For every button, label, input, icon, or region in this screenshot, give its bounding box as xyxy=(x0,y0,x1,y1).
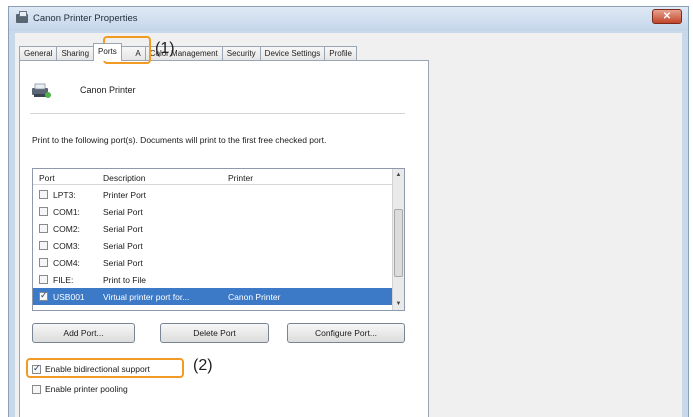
port-list-header: Port Description Printer xyxy=(33,169,392,185)
port-checkbox[interactable] xyxy=(39,241,48,250)
port-checkbox[interactable] xyxy=(39,290,48,301)
column-header-description[interactable]: Description xyxy=(103,173,146,183)
port-row[interactable]: COM2: Serial Port xyxy=(33,220,392,237)
port-name: COM4: xyxy=(53,258,80,268)
port-name: USB001 xyxy=(53,292,85,302)
port-row[interactable]: COM1: Serial Port xyxy=(33,203,392,220)
port-checkbox[interactable] xyxy=(39,258,48,267)
separator xyxy=(30,113,405,114)
tab-security[interactable]: Security xyxy=(221,46,261,61)
printer-device-icon xyxy=(32,83,51,98)
port-description: Serial Port xyxy=(103,224,143,234)
printer-name: Canon Printer xyxy=(80,85,136,95)
scrollbar-thumb[interactable] xyxy=(394,209,403,277)
port-checkbox[interactable] xyxy=(39,224,48,233)
configure-port-button[interactable]: Configure Port... xyxy=(287,323,405,343)
port-description: Printer Port xyxy=(103,190,146,200)
port-row[interactable]: USB001 Virtual printer port for... Canon P… xyxy=(33,288,392,305)
port-name: COM3: xyxy=(53,241,80,251)
port-list-scrollbar[interactable]: ▲ ▼ xyxy=(392,169,404,310)
port-name: COM1: xyxy=(53,207,80,217)
close-button[interactable]: ✕ xyxy=(652,9,682,24)
port-row[interactable]: COM3: Serial Port xyxy=(33,237,392,254)
port-description: Serial Port xyxy=(103,241,143,251)
highlight-bidirectional xyxy=(26,358,184,378)
tab-strip: General Sharing Ports A Color Management… xyxy=(19,43,357,61)
port-instruction-text: Print to the following port(s). Document… xyxy=(32,135,327,145)
scroll-up-arrow-icon[interactable]: ▲ xyxy=(393,169,404,181)
window-title: Canon Printer Properties xyxy=(33,13,138,24)
scroll-down-arrow-icon[interactable]: ▼ xyxy=(393,298,404,310)
delete-port-button[interactable]: Delete Port xyxy=(160,323,269,343)
tab-sharing[interactable]: Sharing xyxy=(56,46,95,61)
port-checkbox[interactable] xyxy=(39,190,48,199)
port-name: FILE: xyxy=(53,275,74,285)
pooling-label[interactable]: Enable printer pooling xyxy=(45,384,128,394)
port-checkbox[interactable] xyxy=(39,275,48,284)
tab-profile[interactable]: Profile xyxy=(324,46,357,61)
callout-2: (2) xyxy=(193,357,213,374)
pooling-checkbox[interactable] xyxy=(32,385,41,394)
port-name: LPT3: xyxy=(53,190,76,200)
tab-device-settings[interactable]: Device Settings xyxy=(259,46,326,61)
port-description: Serial Port xyxy=(103,207,143,217)
callout-1: (1) xyxy=(155,40,175,57)
printer-icon xyxy=(16,11,28,23)
port-list[interactable]: Port Description Printer LPT3: Printer Po… xyxy=(32,168,405,311)
port-description: Virtual printer port for... xyxy=(103,292,190,302)
port-row[interactable]: COM4: Serial Port xyxy=(33,254,392,271)
port-row[interactable]: LPT3: Printer Port xyxy=(33,186,392,203)
add-port-button[interactable]: Add Port... xyxy=(32,323,135,343)
tab-general[interactable]: General xyxy=(19,46,58,61)
port-row[interactable]: FILE: Print to File xyxy=(33,271,392,288)
port-description: Serial Port xyxy=(103,258,143,268)
title-bar[interactable]: Canon Printer Properties ✕ xyxy=(9,7,688,31)
port-description: Print to File xyxy=(103,275,146,285)
port-checkbox[interactable] xyxy=(39,207,48,216)
port-printer: Canon Printer xyxy=(228,292,281,302)
tab-ports[interactable]: Ports xyxy=(93,43,122,61)
column-header-port[interactable]: Port xyxy=(39,173,55,183)
column-header-printer[interactable]: Printer xyxy=(228,173,253,183)
port-name: COM2: xyxy=(53,224,80,234)
